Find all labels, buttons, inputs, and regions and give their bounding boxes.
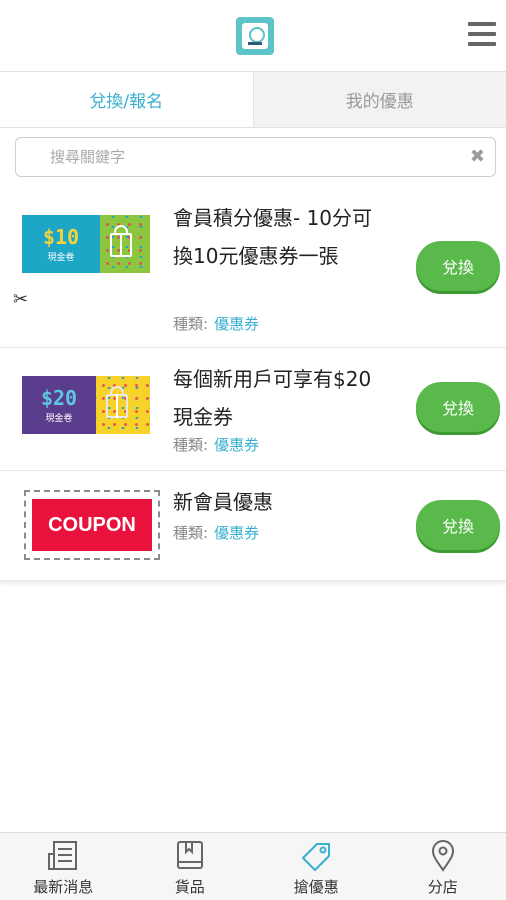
tab-redeem-signup[interactable]: 兌換/報名 bbox=[0, 72, 253, 127]
tab-my-offers[interactable]: 我的優惠 bbox=[252, 72, 506, 127]
newspaper-icon bbox=[48, 841, 78, 870]
category-label: 種類: bbox=[173, 436, 209, 454]
nav-branches[interactable]: 分店 bbox=[380, 833, 506, 900]
app-screen: 兌換/報名 我的優惠 ✖ $10 現金卷 會員積分優惠- 10分可換10元優惠券… bbox=[0, 0, 506, 900]
hamburger-icon[interactable] bbox=[468, 22, 496, 46]
category-value: 優惠券 bbox=[214, 524, 260, 542]
nav-deals-label: 搶優惠 bbox=[293, 878, 339, 896]
bottom-nav: 最新消息 貨品 搶優惠 分店 bbox=[0, 832, 506, 900]
list-item[interactable]: $20 現金卷 每個新用戶可享有$20現金券 種類: 優惠券 兌換 bbox=[0, 348, 506, 471]
offer-title: 新會員優惠 bbox=[173, 490, 273, 514]
redeem-button[interactable]: 兌換 bbox=[416, 382, 500, 432]
app-header bbox=[0, 0, 506, 72]
voucher-caption: 現金卷 bbox=[47, 252, 75, 263]
location-pin-icon bbox=[431, 840, 454, 872]
clear-search-icon[interactable]: ✖ bbox=[470, 147, 485, 167]
gift-icon bbox=[106, 394, 128, 418]
coupon-text: COUPON bbox=[32, 499, 152, 551]
offer-category: 種類: 優惠券 bbox=[173, 522, 259, 543]
offer-category: 種類: 優惠券 bbox=[173, 434, 259, 455]
redeem-button[interactable]: 兌換 bbox=[416, 241, 500, 291]
coupon-image: COUPON bbox=[24, 490, 160, 560]
category-label: 種類: bbox=[173, 315, 209, 333]
offer-category: 種類: 優惠券 bbox=[173, 313, 259, 334]
voucher-amount: $20 bbox=[40, 385, 78, 410]
nav-deals[interactable]: 搶優惠 bbox=[253, 833, 380, 900]
voucher-image: $20 現金卷 bbox=[22, 376, 150, 434]
category-value: 優惠券 bbox=[214, 436, 260, 454]
nav-branches-label: 分店 bbox=[427, 878, 458, 896]
book-icon bbox=[176, 841, 203, 869]
nav-news[interactable]: 最新消息 bbox=[0, 833, 127, 900]
tag-icon bbox=[302, 843, 331, 871]
offer-title: 會員積分優惠- 10分可換10元優惠券一張 bbox=[173, 206, 373, 268]
redeem-button[interactable]: 兌換 bbox=[416, 500, 500, 550]
category-value: 優惠券 bbox=[214, 315, 260, 333]
voucher-caption: 現金卷 bbox=[45, 413, 73, 424]
gift-icon bbox=[110, 233, 132, 257]
search-bar: ✖ bbox=[15, 137, 496, 177]
tab-bar: 兌換/報名 我的優惠 bbox=[0, 72, 506, 128]
list-item[interactable]: $10 現金卷 會員積分優惠- 10分可換10元優惠券一張 種類: 優惠券 兌換 bbox=[0, 188, 506, 348]
category-label: 種類: bbox=[173, 524, 209, 542]
nav-news-label: 最新消息 bbox=[33, 878, 94, 896]
nav-products[interactable]: 貨品 bbox=[127, 833, 254, 900]
voucher-amount: $10 bbox=[42, 224, 80, 249]
voucher-image: $10 現金卷 bbox=[22, 215, 150, 273]
scissors-icon: ✂ bbox=[13, 289, 29, 310]
nav-products-label: 貨品 bbox=[174, 878, 205, 896]
offer-title: 每個新用戶可享有$20現金券 bbox=[173, 367, 372, 429]
app-logo[interactable] bbox=[236, 17, 274, 55]
search-input[interactable] bbox=[16, 138, 446, 176]
